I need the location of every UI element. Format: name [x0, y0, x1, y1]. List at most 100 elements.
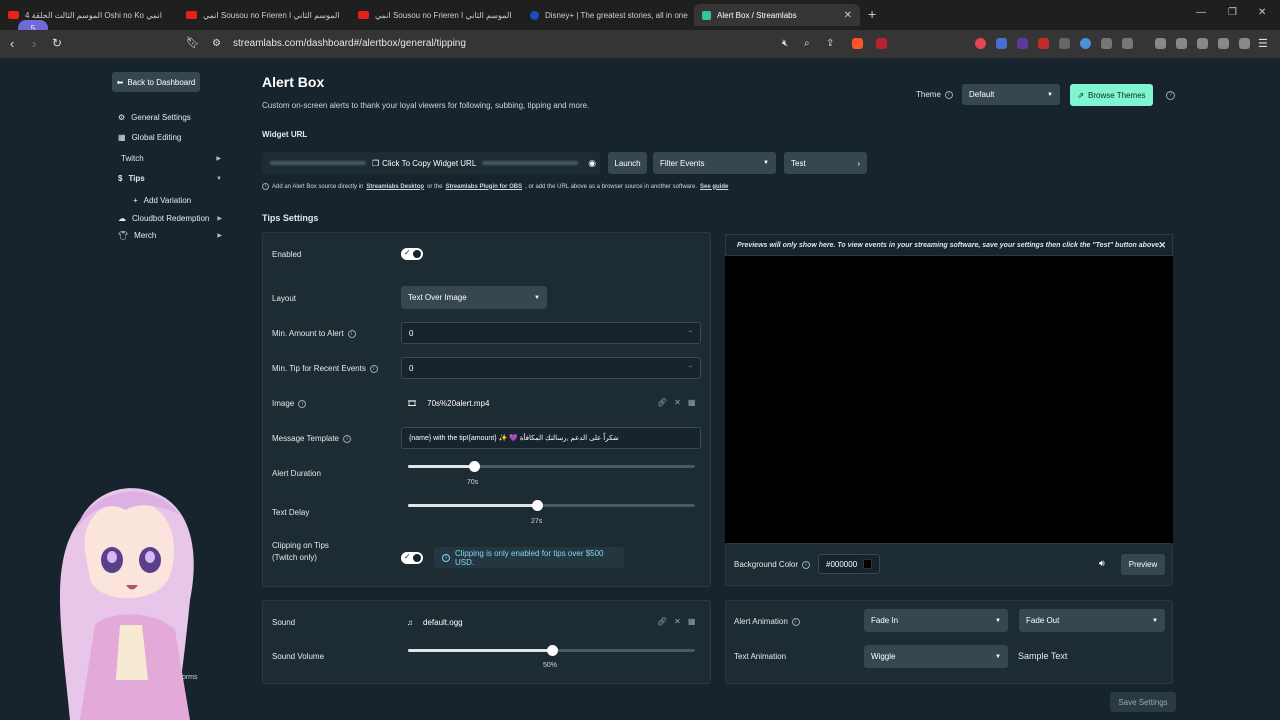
bg-color-input[interactable]: #000000	[818, 554, 880, 574]
browser-tab[interactable]: Disney+ | The greatest stories, all in o…	[522, 4, 692, 26]
eye-icon[interactable]: ◉	[588, 158, 596, 169]
layout-select[interactable]: Text Over Image ▼	[401, 286, 547, 309]
site-info-icon[interactable]: ⚙	[212, 38, 221, 49]
copy-widget-url-field[interactable]: ❐ Click To Copy Widget URL ◉	[262, 152, 600, 174]
enabled-toggle[interactable]: ✓	[401, 248, 423, 260]
save-settings-button[interactable]: Save Settings	[1110, 692, 1176, 712]
slider-knob[interactable]	[469, 461, 480, 472]
stepper-icon[interactable]: ⌃	[688, 330, 693, 337]
new-tab-button[interactable]: +	[868, 6, 876, 22]
minimize-icon[interactable]: —	[1196, 7, 1206, 18]
text-animation-select[interactable]: Wiggle ▼	[864, 645, 1008, 668]
clipping-note: i Clipping is only enabled for tips over…	[434, 547, 624, 568]
help-icon[interactable]: ?	[1166, 91, 1175, 100]
test-button[interactable]: Test ›	[784, 152, 867, 174]
slider-fill	[408, 649, 552, 652]
info-icon[interactable]: i	[343, 434, 351, 443]
min-amount-input[interactable]: 0 ⌃	[401, 322, 701, 344]
extension-icon[interactable]	[1197, 38, 1208, 49]
translate-icon[interactable]	[996, 38, 1007, 49]
slider-knob[interactable]	[547, 645, 558, 656]
theme-select[interactable]: Default ▼	[962, 84, 1060, 105]
bookmark-icon[interactable]: 🔖︎	[186, 36, 200, 49]
share-icon[interactable]: ⇪	[826, 38, 834, 49]
clipping-toggle[interactable]: ✓	[401, 552, 423, 564]
sidebar-item-twitch[interactable]: Twitch ▶	[121, 154, 221, 163]
check-icon: ✓	[404, 248, 411, 257]
brave-shield-icon[interactable]	[852, 38, 863, 49]
menu-icon[interactable]: ☰	[1258, 37, 1268, 50]
library-icon[interactable]	[1155, 38, 1166, 49]
browser-tab[interactable]: انمي Sousou no Frieren الموسم الثاني ا	[178, 4, 350, 26]
back-to-dashboard-button[interactable]: ⬅ Back to Dashboard	[112, 72, 200, 92]
grid-icon[interactable]: ▦	[688, 617, 696, 626]
info-icon[interactable]: i	[944, 90, 953, 99]
close-icon[interactable]: ✕	[1158, 240, 1166, 251]
puzzle-icon[interactable]	[1101, 38, 1112, 49]
sound-file-field[interactable]: ♫ default.ogg	[401, 611, 701, 633]
speaker-icon[interactable]: 🔊︎	[1099, 558, 1105, 569]
extension-icon[interactable]	[1038, 38, 1049, 49]
filter-events-select[interactable]: Filter Events ▼	[653, 152, 776, 174]
image-file-field[interactable]: 🎞︎ 70s%20alert.mp4	[401, 392, 701, 414]
extension-icon[interactable]	[1122, 38, 1133, 49]
sidebar-item-merch[interactable]: 👕︎ Merch ▶	[118, 231, 222, 240]
animation-out-select[interactable]: Fade Out ▼	[1019, 609, 1165, 632]
extension-icon[interactable]	[1080, 38, 1091, 49]
mute-icon[interactable]: 🔇︎	[782, 38, 788, 49]
preview-button[interactable]: Preview	[1121, 554, 1165, 575]
sidebar-item-general-settings[interactable]: ⚙ General Settings	[118, 113, 191, 122]
grid-icon[interactable]: ▦	[688, 398, 696, 407]
extension-icon[interactable]	[1017, 38, 1028, 49]
alert-duration-slider[interactable]	[408, 461, 695, 472]
browse-themes-button[interactable]: ⇗ Browse Themes	[1070, 84, 1153, 106]
see-guide-link[interactable]: See guide	[700, 184, 728, 190]
sidebar-icon[interactable]	[1176, 38, 1187, 49]
remove-icon[interactable]: ✕	[674, 398, 681, 407]
link-icon[interactable]: 🔗︎	[657, 398, 667, 407]
reload-icon[interactable]: ↻	[52, 36, 62, 50]
obs-plugin-link[interactable]: Streamlabs Plugin for OBS	[445, 184, 522, 190]
streamlabs-desktop-link[interactable]: Streamlabs Desktop	[366, 184, 424, 190]
sound-actions: 🔗︎ ✕ ▦	[657, 617, 695, 626]
slider-knob[interactable]	[532, 500, 543, 511]
extension-icon[interactable]	[1059, 38, 1070, 49]
forward-icon[interactable]: ›	[32, 36, 36, 51]
maximize-icon[interactable]: ❐	[1228, 7, 1237, 18]
bg-color-label-group: Background Color i	[734, 560, 811, 569]
url-text[interactable]: streamlabs.com/dashboard#/alertbox/gener…	[233, 38, 466, 49]
vpn-icon[interactable]	[1239, 38, 1250, 49]
extension-icon[interactable]	[975, 38, 986, 49]
youtube-icon	[186, 11, 197, 19]
zoom-icon[interactable]: ⌕	[804, 38, 810, 49]
browser-tab-active[interactable]: Alert Box / Streamlabs ✕	[694, 4, 860, 26]
link-icon[interactable]: 🔗︎	[657, 617, 667, 626]
animation-in-select[interactable]: Fade In ▼	[864, 609, 1008, 632]
info-icon[interactable]: i	[369, 364, 378, 373]
info-icon[interactable]: i	[791, 617, 800, 626]
remove-icon[interactable]: ✕	[674, 617, 681, 626]
text-delay-slider[interactable]	[408, 500, 695, 511]
browser-tab[interactable]: انمي Sousou no Frieren الموسم الثاني ا	[350, 4, 522, 26]
sound-volume-slider[interactable]	[408, 645, 695, 656]
color-swatch[interactable]	[863, 559, 872, 569]
min-tip-input[interactable]: 0 ⌃	[401, 357, 701, 379]
close-tab-icon[interactable]: ✕	[844, 10, 852, 21]
back-icon[interactable]: ‹	[10, 36, 14, 51]
sidebar-item-add-variation[interactable]: + Add Variation	[133, 196, 191, 205]
sidebar-item-global-editing[interactable]: ▦ Global Editing	[118, 133, 181, 142]
template-label-group: Message Template i	[272, 434, 351, 443]
sidebar-item-tips[interactable]: $ Tips ▼	[118, 174, 222, 183]
plus-icon: +	[133, 196, 138, 205]
info-icon[interactable]: i	[347, 329, 356, 338]
message-template-input[interactable]: {name} with the tip!{amount} ✨ 💜 شكراً ع…	[401, 427, 701, 449]
close-window-icon[interactable]: ✕	[1258, 7, 1266, 18]
sidebar-item-cloudbot[interactable]: ☁ Cloudbot Redemption ▶	[118, 214, 222, 223]
brave-rewards-icon[interactable]	[876, 38, 887, 49]
extension-icon[interactable]	[1218, 38, 1229, 49]
info-icon[interactable]: i	[298, 399, 307, 408]
clipping-label: Clipping on Tips (Twitch only)	[272, 541, 329, 562]
stepper-icon[interactable]: ⌃	[688, 365, 693, 372]
info-icon[interactable]: i	[802, 560, 811, 569]
launch-button[interactable]: Launch	[608, 152, 647, 174]
